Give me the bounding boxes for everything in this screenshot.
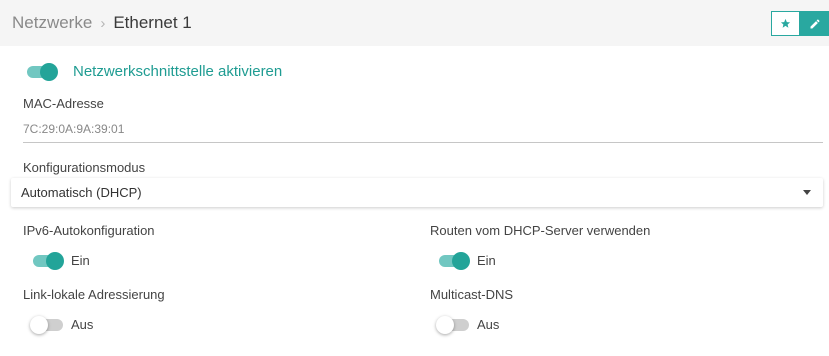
mdns-label: Multicast-DNS <box>430 287 514 302</box>
link-local-toggle[interactable]: Aus <box>30 315 94 334</box>
ipv6-autoconfig-toggle[interactable]: Ein <box>33 251 90 270</box>
dhcp-routes-state: Ein <box>477 253 496 268</box>
toggle-knob <box>30 315 48 334</box>
edit-button[interactable] <box>800 11 829 36</box>
toggle-knob <box>436 315 454 334</box>
ipv6-autoconfig-label: IPv6-Autokonfiguration <box>23 223 155 238</box>
interface-enable-label: Netzwerkschnittstelle aktivieren <box>73 63 283 80</box>
breadcrumb-networks-link[interactable]: Netzwerke <box>12 13 92 33</box>
breadcrumb-separator: › <box>100 14 106 32</box>
toggle-knob <box>46 251 64 270</box>
favorite-button[interactable] <box>771 11 800 36</box>
mdns-toggle[interactable]: Aus <box>436 315 500 334</box>
mac-address-underline <box>23 142 823 143</box>
toggle-track[interactable] <box>436 315 469 334</box>
header-actions <box>771 11 829 36</box>
ipv6-autoconfig-state: Ein <box>71 253 90 268</box>
toggle-knob <box>40 62 58 81</box>
dhcp-routes-label: Routen vom DHCP-Server verwenden <box>430 223 651 238</box>
page-title: Ethernet 1 <box>113 13 192 32</box>
config-mode-select[interactable]: Automatisch (DHCP) <box>11 178 823 207</box>
dhcp-routes-toggle[interactable]: Ein <box>439 251 496 270</box>
link-local-state: Aus <box>71 317 94 332</box>
link-local-label: Link-lokale Adressierung <box>23 287 165 302</box>
toggle-knob <box>452 251 470 270</box>
page-header: Netzwerke › Ethernet 1 <box>0 0 829 46</box>
toggle-track[interactable] <box>30 315 63 334</box>
config-mode-value: Automatisch (DHCP) <box>21 185 142 200</box>
interface-enable-toggle[interactable]: Netzwerkschnittstelle aktivieren <box>27 62 283 81</box>
breadcrumb: Netzwerke › Ethernet 1 <box>12 13 192 33</box>
toggle-track[interactable] <box>33 251 64 270</box>
chevron-down-icon <box>803 190 811 195</box>
toggle-track[interactable] <box>27 62 58 81</box>
toggle-track[interactable] <box>439 251 470 270</box>
mac-address-label: MAC-Adresse <box>23 96 104 111</box>
mac-address-value: 7C:29:0A:9A:39:01 <box>23 122 125 136</box>
pencil-icon <box>810 19 819 28</box>
config-mode-label: Konfigurationsmodus <box>23 160 146 175</box>
mdns-state: Aus <box>477 317 500 332</box>
star-icon <box>780 18 791 28</box>
